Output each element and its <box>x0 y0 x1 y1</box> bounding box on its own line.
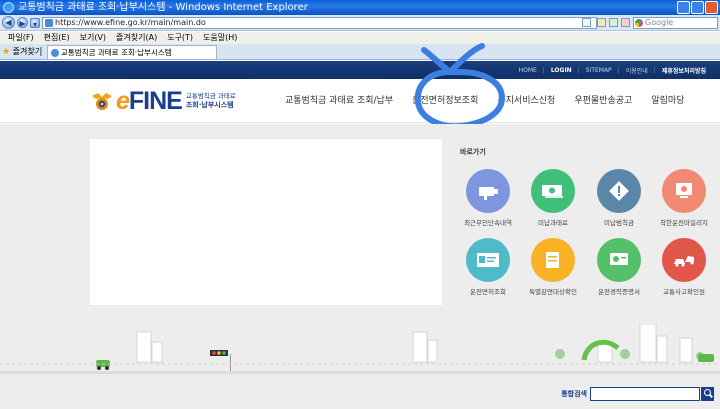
menu-file[interactable]: 파일(F) <box>8 32 34 44</box>
quick-link-label: 미납범칙금 <box>604 219 634 227</box>
ie-icon <box>3 2 14 13</box>
quick-link-label: 최근무인단속내역 <box>464 219 512 227</box>
quick-link-accident-confirmation[interactable]: 교통사고확인원 <box>652 238 716 296</box>
nav-fine-inquiry[interactable]: 교통범칙금 과태료 조회/납부 <box>285 93 393 106</box>
tab-title: 교통범칙금 과태료 조회·납부시스템 <box>61 48 172 57</box>
quick-link-label: 교통사고확인원 <box>663 288 705 296</box>
favorites-label: 즐겨찾기 <box>12 47 43 56</box>
tabs-bar: ★ 즐겨찾기 교통범칙금 과태료 조회·납부시스템 <box>0 44 720 60</box>
utility-strip: HOME | LOGIN | SITEMAP | 이용안내 | 제휴정보처리방침 <box>0 61 720 79</box>
nav-license-info[interactable]: 운전면허정보조회 <box>412 93 478 106</box>
utility-links: HOME | LOGIN | SITEMAP | 이용안내 | 제휴정보처리방침 <box>513 61 712 79</box>
menu-view[interactable]: 보기(V) <box>80 32 106 44</box>
quick-link-driving-career[interactable]: 운전경력증명서 <box>587 238 651 296</box>
lock-icon[interactable] <box>597 18 606 27</box>
camera-icon <box>466 169 510 213</box>
star-icon: ★ <box>2 47 11 57</box>
tab-page-icon <box>51 49 59 57</box>
main-nav: 교통범칙금 과태료 조회/납부 운전면허정보조회 통지서비스신청 우편물반송공고… <box>285 93 703 106</box>
favorites-button[interactable]: ★ 즐겨찾기 <box>2 46 42 58</box>
menu-edit[interactable]: 편집(E) <box>44 32 70 44</box>
quick-link-special-reduction[interactable]: 특별감면대상확인 <box>521 238 585 296</box>
close-button[interactable] <box>705 1 718 14</box>
quick-links-title: 바로가기 <box>460 148 486 156</box>
utility-privacy-link[interactable]: 제휴정보처리방침 <box>656 66 712 75</box>
quick-link-label: 특별감면대상확인 <box>529 288 577 296</box>
search-button[interactable] <box>701 387 714 401</box>
menu-bar: 파일(F) 편집(E) 보기(V) 즐겨찾기(A) 도구(T) 도움말(H) <box>0 32 720 44</box>
utility-login-link[interactable]: LOGIN <box>545 67 578 74</box>
refresh-icon[interactable] <box>609 18 618 27</box>
quick-link-label: 착한운전마일리지 <box>660 219 708 227</box>
quick-link-driving-mileage[interactable]: 착한운전마일리지 <box>652 169 716 227</box>
quick-link-label: 운전경력증명서 <box>598 288 640 296</box>
utility-guide-link[interactable]: 이용안내 <box>620 66 654 75</box>
document-icon <box>531 238 575 282</box>
main-banner[interactable] <box>90 139 442 305</box>
browser-search-input[interactable]: Google <box>633 17 718 29</box>
nav-notice-service[interactable]: 통지서비스신청 <box>497 93 555 106</box>
search-input[interactable] <box>590 387 700 401</box>
car-crash-icon <box>662 238 706 282</box>
forward-button[interactable]: ▶ <box>17 17 28 28</box>
address-toolbar: ◀ ▶ ▾ https://www.efine.go.kr/main/main.… <box>0 15 720 31</box>
nav-return-mail[interactable]: 우편물반송공고 <box>574 93 632 106</box>
main-content: 바로가기 최근무인단속내역 미납과태료 미납범칙금 착한운전마일리지 운전면허조… <box>0 124 720 409</box>
monitor-icon <box>662 169 706 213</box>
browser-search-placeholder: Google <box>645 18 674 27</box>
menu-help[interactable]: 도움말(H) <box>203 32 237 44</box>
quick-link-recent-enforcement[interactable]: 최근무인단속내역 <box>456 169 520 227</box>
site-search: 통합검색 <box>561 387 714 401</box>
efine-logo[interactable]: eFINE 교통범칙금 과태료 조회·납부시스템 <box>90 87 236 115</box>
quick-link-label: 미납과태료 <box>538 219 568 227</box>
quick-link-unpaid-penalty[interactable]: 미납범칙금 <box>587 169 651 227</box>
url-dropdown-icon[interactable] <box>582 18 591 27</box>
nav-notice-board[interactable]: 알림마당 <box>651 93 684 106</box>
police-emblem-icon <box>90 89 114 113</box>
back-button[interactable]: ◀ <box>2 16 15 29</box>
money-icon <box>531 169 575 213</box>
quick-link-unpaid-fine[interactable]: 미납과태료 <box>521 169 585 227</box>
url-text: https://www.efine.go.kr/main/main.do <box>55 18 206 27</box>
menu-favorites[interactable]: 즐겨찾기(A) <box>116 32 157 44</box>
minimize-button[interactable] <box>677 1 690 14</box>
url-input[interactable]: https://www.efine.go.kr/main/main.do <box>42 17 597 29</box>
window-controls <box>677 1 718 14</box>
license-card-icon <box>466 238 510 282</box>
certificate-icon <box>597 238 641 282</box>
window-title: 교통범칙금 과태료 조회·납부시스템 - Windows Internet Ex… <box>18 2 308 13</box>
utility-home-link[interactable]: HOME <box>513 67 543 74</box>
window-titlebar: 교통범칙금 과태료 조회·납부시스템 - Windows Internet Ex… <box>0 0 720 15</box>
page-icon <box>45 19 53 27</box>
warning-icon <box>597 169 641 213</box>
site-header: eFINE 교통범칙금 과태료 조회·납부시스템 교통범칙금 과태료 조회/납부… <box>0 79 720 123</box>
tab-grid-icon[interactable] <box>40 47 45 56</box>
brand-wordmark: eFINE <box>116 86 183 115</box>
google-icon <box>635 19 643 27</box>
utility-sitemap-link[interactable]: SITEMAP <box>580 67 618 74</box>
stop-icon[interactable] <box>621 18 630 27</box>
brand-subtitle: 교통범칙금 과태료 조회·납부시스템 <box>185 92 236 109</box>
quick-link-license-inquiry[interactable]: 운전면허조회 <box>456 238 520 296</box>
menu-tools[interactable]: 도구(T) <box>167 32 193 44</box>
dropdown-icon[interactable]: ▾ <box>30 18 40 29</box>
quick-link-label: 운전면허조회 <box>470 288 506 296</box>
search-label: 통합검색 <box>561 390 587 398</box>
browser-tab-active[interactable]: 교통범칙금 과태료 조회·납부시스템 <box>47 45 217 59</box>
maximize-button[interactable] <box>691 1 704 14</box>
